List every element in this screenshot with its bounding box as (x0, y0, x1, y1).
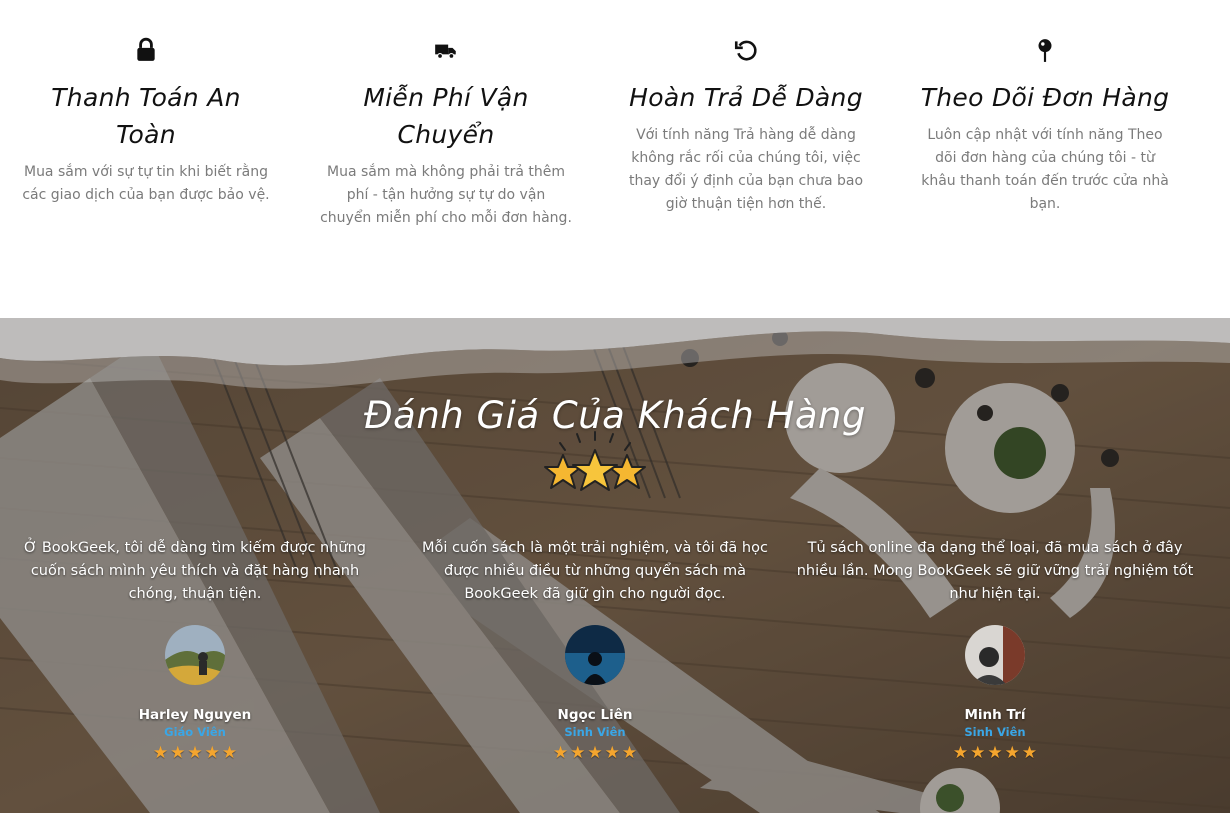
star-icon: ★ (1004, 743, 1020, 763)
feature-free-shipping: Miễn Phí Vận Chuyển Mua sắm mà không phả… (320, 34, 572, 230)
star-icon: ★ (987, 743, 1003, 763)
testimonial-quote: Mỗi cuốn sách là một trải nghiệm, và tôi… (422, 540, 768, 602)
map-pin-icon (919, 37, 1171, 69)
star-icon: ★ (952, 743, 969, 763)
star-rating: ★ ★ ★ ★ ★ (10, 743, 380, 763)
star-rating: ★ ★ ★ ★ ★ (410, 743, 780, 763)
testimonial-card: Mỗi cuốn sách là một trải nghiệm, và tôi… (410, 537, 780, 763)
star-icon: ★ (170, 743, 186, 763)
avatar (165, 625, 225, 685)
customer-role: Giáo Viên (164, 725, 226, 739)
star-icon: ★ (621, 743, 638, 763)
star-icon: ★ (570, 743, 586, 763)
truck-icon (320, 37, 572, 69)
testimonial-card: Tủ sách online đa dạng thể loại, đã mua … (795, 537, 1195, 763)
star-icon: ★ (552, 743, 569, 763)
undo-icon (620, 37, 872, 69)
customer-role: Sinh Viên (964, 725, 1026, 739)
customer-name: Minh Trí (964, 707, 1026, 723)
star-rating: ★ ★ ★ ★ ★ (795, 743, 1195, 763)
customer-name: Ngọc Liên (557, 707, 633, 723)
lock-icon (20, 37, 272, 69)
star-icon: ★ (970, 743, 986, 763)
customer-name: Harley Nguyen (138, 707, 252, 723)
feature-title: Hoàn Trả Dễ Dàng (629, 83, 863, 112)
feature-title: Miễn Phí Vận Chuyển (363, 83, 529, 149)
feature-title: Thanh Toán An Toàn (51, 83, 241, 149)
star-icon: ★ (152, 743, 169, 763)
star-icon: ★ (187, 743, 203, 763)
avatar (965, 625, 1025, 685)
testimonial-quote: Tủ sách online đa dạng thể loại, đã mua … (796, 540, 1194, 602)
feature-title: Theo Dõi Đơn Hàng (920, 83, 1170, 112)
star-icon: ★ (1021, 743, 1038, 763)
testimonials-section: Đánh Giá Của Khách Hàng Ở BookGeek, tôi … (0, 318, 1230, 813)
star-icon: ★ (204, 743, 220, 763)
avatar (565, 625, 625, 685)
feature-secure-payment: Thanh Toán An Toàn Mua sắm với sự tự tin… (20, 34, 272, 207)
feature-description: Mua sắm với sự tự tin khi biết rằng các … (22, 164, 270, 203)
testimonial-card: Ở BookGeek, tôi dễ dàng tìm kiếm được nh… (10, 537, 380, 763)
feature-easy-returns: Hoàn Trả Dễ Dàng Với tính năng Trả hàng … (620, 34, 872, 216)
star-icon: ★ (587, 743, 603, 763)
star-icon: ★ (221, 743, 238, 763)
features-section: Thanh Toán An Toàn Mua sắm với sự tự tin… (0, 0, 1230, 300)
star-icon: ★ (604, 743, 620, 763)
feature-order-tracking: Theo Dõi Đơn Hàng Luôn cập nhật với tính… (919, 34, 1171, 216)
testimonial-quote: Ở BookGeek, tôi dễ dàng tìm kiếm được nh… (24, 540, 366, 602)
feature-description: Luôn cập nhật với tính năng Theo dõi đơn… (921, 127, 1169, 212)
feature-description: Với tính năng Trả hàng dễ dàng không rắc… (628, 127, 864, 212)
feature-description: Mua sắm mà không phải trả thêm phí - tận… (320, 164, 572, 226)
stars-decoration-icon (544, 431, 646, 491)
customer-role: Sinh Viên (564, 725, 626, 739)
